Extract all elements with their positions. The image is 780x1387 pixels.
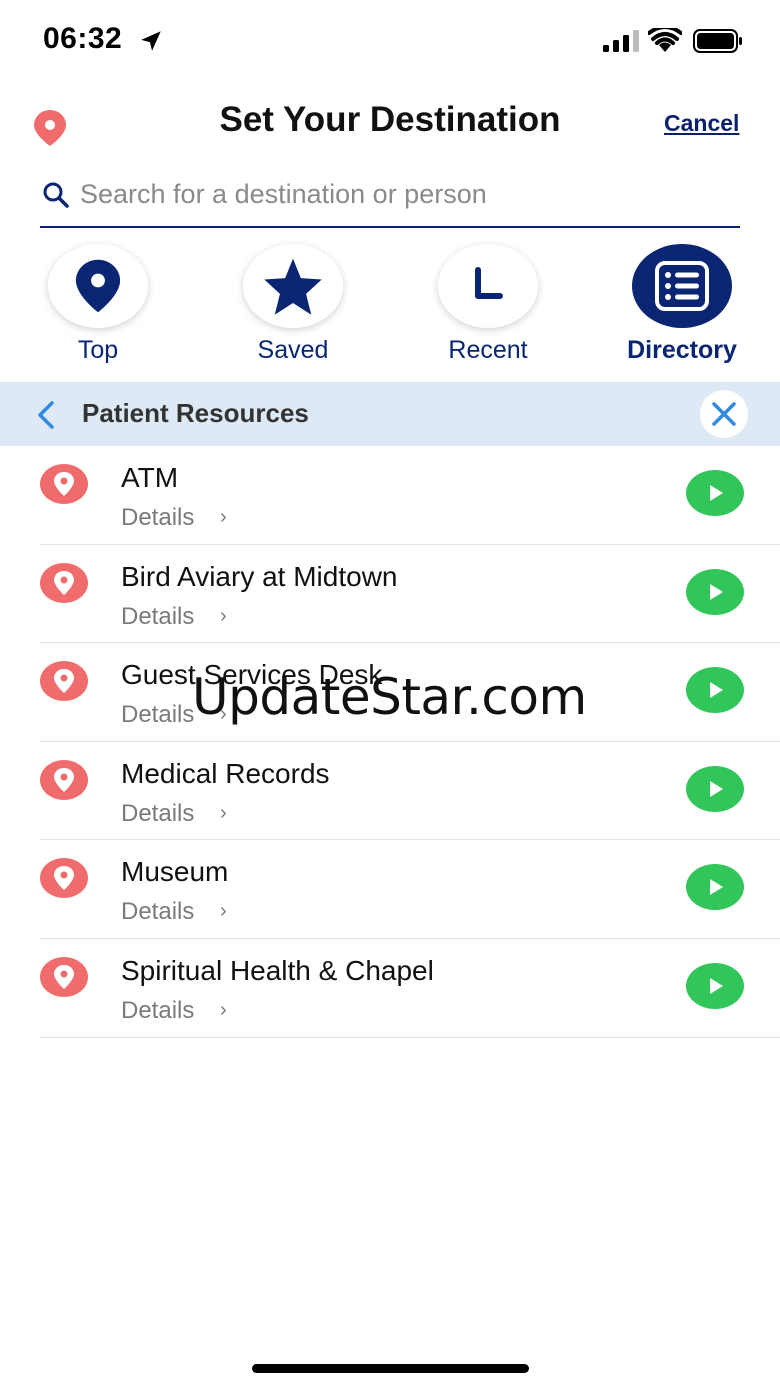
divider: [40, 1036, 780, 1038]
tab-top[interactable]: Top: [0, 244, 196, 374]
location-pin-icon: [40, 956, 88, 997]
list-item[interactable]: ATM Details ›: [0, 446, 780, 545]
tab-recent-button[interactable]: [438, 244, 538, 328]
list-item[interactable]: Medical Records Details ›: [0, 742, 780, 841]
play-icon: [710, 780, 723, 797]
tab-top-label: Top: [77, 336, 119, 364]
location-pin-icon: [40, 858, 88, 899]
home-indicator[interactable]: [252, 1364, 529, 1373]
cellular-signal-icon: [603, 30, 639, 52]
details-link[interactable]: Details: [121, 504, 194, 532]
location-arrow-icon: [141, 31, 161, 51]
details-link[interactable]: Details: [121, 997, 194, 1025]
play-icon: [710, 583, 723, 600]
wifi-icon: [648, 28, 682, 52]
tab-saved-button[interactable]: [243, 244, 343, 328]
item-name: Museum: [121, 856, 229, 888]
map-pin-icon: [75, 259, 121, 313]
breadcrumb: Patient Resources: [0, 382, 780, 446]
item-name: Medical Records: [121, 757, 330, 789]
chevron-right-icon: ›: [220, 604, 227, 627]
go-button[interactable]: [686, 470, 744, 516]
chevron-right-icon: ›: [220, 506, 227, 528]
play-icon: [710, 682, 723, 699]
watermark: UpdateStar.com: [192, 668, 587, 726]
page-title: Set Your Destination: [219, 100, 561, 139]
details-link[interactable]: Details: [121, 603, 194, 631]
location-pin-icon: [40, 464, 88, 504]
play-icon: [710, 485, 723, 501]
tab-recent[interactable]: Recent: [390, 244, 586, 374]
chevron-right-icon: ›: [220, 900, 227, 923]
chevron-left-icon[interactable]: [34, 400, 58, 430]
play-icon: [710, 879, 723, 896]
chevron-right-icon: ›: [220, 801, 227, 824]
item-name: Bird Aviary at Midtown: [121, 560, 398, 592]
details-link[interactable]: Details: [121, 701, 194, 729]
go-button[interactable]: [686, 765, 744, 812]
clock-icon: [475, 267, 503, 299]
item-name: Spiritual Health & Chapel: [121, 954, 434, 986]
list-item[interactable]: Museum Details ›: [0, 840, 780, 939]
directory-list: ATM Details › Bird Aviary at Midtown Det…: [0, 446, 780, 1038]
tab-directory[interactable]: Directory: [584, 244, 780, 374]
star-icon: [264, 258, 322, 315]
chevron-right-icon: ›: [220, 998, 227, 1021]
list-item[interactable]: Spiritual Health & Chapel Details ›: [0, 939, 780, 1038]
cancel-button[interactable]: Cancel: [664, 110, 739, 137]
tab-directory-label: Directory: [627, 336, 737, 364]
status-bar: 06:32: [0, 0, 780, 80]
status-time: 06:32: [43, 22, 123, 55]
location-pin-icon: [40, 759, 88, 800]
tab-top-button[interactable]: [48, 244, 148, 328]
play-icon: [710, 977, 723, 994]
search-icon: [43, 182, 69, 208]
details-link[interactable]: Details: [121, 898, 194, 926]
tab-saved[interactable]: Saved: [195, 244, 391, 374]
list-icon: [655, 261, 709, 311]
tab-directory-button[interactable]: [632, 244, 732, 328]
close-icon: [712, 402, 736, 426]
close-button[interactable]: [700, 390, 748, 438]
search-input[interactable]: [80, 174, 730, 214]
list-item[interactable]: Bird Aviary at Midtown Details ›: [0, 545, 780, 644]
item-name: ATM: [121, 462, 179, 493]
details-link[interactable]: Details: [121, 800, 194, 828]
go-button[interactable]: [686, 568, 744, 615]
tab-recent-label: Recent: [448, 336, 528, 364]
location-pin-icon: [40, 661, 88, 702]
go-button[interactable]: [686, 667, 744, 714]
go-button[interactable]: [686, 864, 744, 911]
battery-icon: [693, 29, 742, 53]
tab-saved-label: Saved: [257, 336, 329, 364]
search-bar: [40, 170, 740, 228]
location-pin-icon: [40, 562, 88, 603]
go-button[interactable]: [686, 962, 744, 1009]
breadcrumb-title: Patient Resources: [82, 398, 309, 428]
